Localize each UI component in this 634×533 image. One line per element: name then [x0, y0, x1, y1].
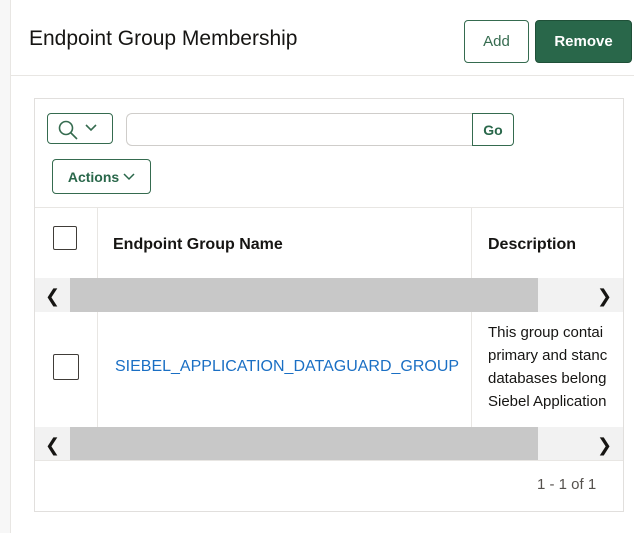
column-header-description[interactable]: Description	[488, 236, 576, 254]
page-title: Endpoint Group Membership	[29, 27, 298, 50]
footer-divider	[35, 460, 623, 461]
pagination-text: 1 - 1 of 1	[537, 476, 597, 493]
chevron-down-icon	[85, 124, 97, 132]
description-line: databases belong	[488, 370, 607, 387]
remove-button[interactable]: Remove	[535, 20, 632, 63]
search-input[interactable]	[126, 113, 472, 146]
scrollbar-thumb[interactable]	[70, 427, 538, 461]
column-divider	[97, 312, 98, 427]
actions-menu-button[interactable]: Actions	[52, 159, 151, 194]
horizontal-scrollbar-bottom[interactable]: ❮ ❯	[35, 427, 623, 461]
chevron-down-icon	[123, 172, 135, 180]
endpoint-group-link[interactable]: SIEBEL_APPLICATION_DATAGUARD_GROUP	[115, 358, 459, 376]
column-divider	[471, 312, 472, 427]
select-all-checkbox[interactable]	[53, 226, 77, 250]
search-icon	[58, 120, 78, 140]
header-divider	[10, 75, 634, 76]
description-line: Siebel Application	[488, 393, 607, 410]
column-divider	[471, 207, 472, 278]
add-button[interactable]: Add	[464, 20, 529, 63]
scrollbar-thumb[interactable]	[70, 278, 538, 312]
search-column-selector[interactable]	[47, 113, 113, 144]
description-line: This group contai	[488, 324, 604, 341]
horizontal-scrollbar[interactable]: ❮ ❯	[35, 278, 623, 312]
row-description: This group contai primary and stanc data…	[488, 321, 623, 413]
actions-label: Actions	[67, 168, 120, 185]
row-select-checkbox[interactable]	[53, 354, 79, 380]
column-divider	[97, 207, 98, 278]
scroll-left-icon[interactable]: ❮	[45, 435, 60, 456]
column-header-name[interactable]: Endpoint Group Name	[113, 236, 283, 254]
scroll-left-icon[interactable]: ❮	[45, 286, 60, 307]
description-line: primary and stanc	[488, 347, 608, 364]
scroll-right-icon[interactable]: ❯	[597, 435, 612, 456]
scroll-right-icon[interactable]: ❯	[597, 286, 612, 307]
go-button[interactable]: Go	[472, 113, 514, 146]
